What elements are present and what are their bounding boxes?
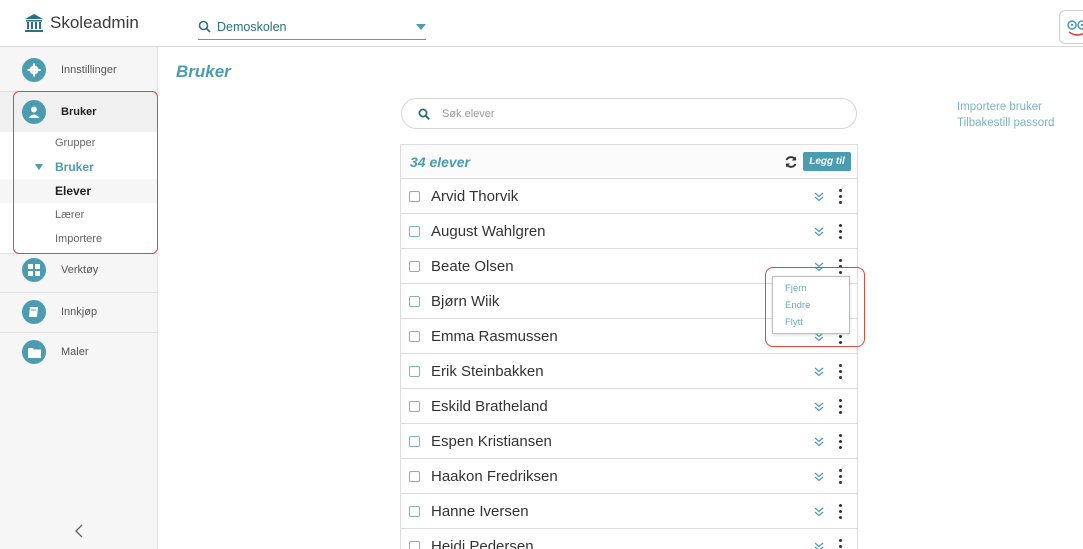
user-icon xyxy=(22,100,46,124)
building-icon xyxy=(25,14,43,32)
sidebar: Innstillinger Bruker Grupper Bruker Elev… xyxy=(0,47,158,549)
student-count: 34 elever xyxy=(410,154,470,170)
top-bar: Skoleadmin Demoskolen xyxy=(0,0,1083,47)
table-row[interactable]: Hanne Iversen xyxy=(401,494,857,529)
sidebar-subitem-bruker[interactable]: Bruker xyxy=(55,160,94,174)
sidebar-subitem-importere[interactable]: Importere xyxy=(55,233,102,245)
more-options-icon[interactable] xyxy=(838,504,842,519)
more-options-icon[interactable] xyxy=(838,189,842,204)
student-name: Eskild Bratheland xyxy=(431,398,548,415)
sidebar-item-innkjop[interactable]: Innkjøp xyxy=(0,292,158,332)
student-name: Emma Rasmussen xyxy=(431,328,558,345)
sidebar-item-label: Innstillinger xyxy=(61,64,117,76)
school-selector-value: Demoskolen xyxy=(217,19,287,34)
face-logo-icon xyxy=(1067,20,1083,36)
menu-item-flytt[interactable]: Flytt xyxy=(785,317,803,328)
app-title: Skoleadmin xyxy=(50,13,139,32)
row-checkbox[interactable] xyxy=(409,296,420,307)
menu-item-endre[interactable]: Endre xyxy=(785,300,810,311)
student-name: Bjørn Wiik xyxy=(431,293,500,310)
sidebar-item-maler[interactable]: Maler xyxy=(0,332,158,372)
double-chevron-down-icon[interactable] xyxy=(814,471,824,483)
table-row[interactable]: Heidi Pedersen xyxy=(401,529,857,549)
sidebar-subitem-elever[interactable]: Elever xyxy=(55,184,91,198)
double-chevron-down-icon[interactable] xyxy=(814,261,824,273)
book-icon xyxy=(22,300,46,324)
search-icon xyxy=(198,20,211,33)
student-name: Haakon Fredriksen xyxy=(431,468,558,485)
student-name: Heidi Pedersen xyxy=(431,538,534,549)
more-options-icon[interactable] xyxy=(838,469,842,484)
row-checkbox[interactable] xyxy=(409,226,420,237)
search-input[interactable] xyxy=(442,107,822,120)
more-options-icon[interactable] xyxy=(838,224,842,239)
search-icon xyxy=(418,108,430,120)
table-row[interactable]: Eskild Bratheland xyxy=(401,389,857,424)
row-checkbox[interactable] xyxy=(409,506,420,517)
gear-icon xyxy=(22,58,46,82)
account-button[interactable] xyxy=(1059,10,1083,44)
sidebar-item-bruker[interactable]: Bruker xyxy=(0,92,158,132)
app-logo[interactable]: Skoleadmin xyxy=(24,13,139,33)
search-bar[interactable] xyxy=(401,98,857,129)
sidebar-item-label: Innkjøp xyxy=(61,306,98,318)
sidebar-subitem-laerer[interactable]: Lærer xyxy=(55,209,84,221)
double-chevron-down-icon[interactable] xyxy=(814,366,824,378)
more-options-icon[interactable] xyxy=(838,364,842,379)
row-checkbox[interactable] xyxy=(409,366,420,377)
row-action-menu: Fjern Endre Flytt xyxy=(772,276,850,334)
student-name: Hanne Iversen xyxy=(431,503,529,520)
row-checkbox[interactable] xyxy=(409,541,420,549)
page-title: Bruker xyxy=(176,62,231,81)
row-checkbox[interactable] xyxy=(409,261,420,272)
caret-down-icon xyxy=(35,164,43,170)
row-checkbox[interactable] xyxy=(409,401,420,412)
sidebar-item-innstillinger[interactable]: Innstillinger xyxy=(0,50,158,90)
more-options-icon[interactable] xyxy=(838,259,842,274)
add-student-button[interactable]: Legg til xyxy=(803,152,851,171)
row-checkbox[interactable] xyxy=(409,471,420,482)
double-chevron-down-icon[interactable] xyxy=(814,191,824,203)
chevron-down-icon xyxy=(416,24,426,30)
table-row[interactable]: Espen Kristiansen xyxy=(401,424,857,459)
menu-item-fjern[interactable]: Fjern xyxy=(785,283,807,294)
double-chevron-down-icon[interactable] xyxy=(814,506,824,518)
table-row[interactable]: Erik Steinbakken xyxy=(401,354,857,389)
student-name: August Wahlgren xyxy=(431,223,546,240)
school-selector[interactable]: Demoskolen xyxy=(198,14,426,40)
double-chevron-down-icon[interactable] xyxy=(814,401,824,413)
right-links: Importere bruker Tilbakestill passord xyxy=(957,99,1054,131)
chevron-left-icon xyxy=(75,524,83,537)
student-name: Beate Olsen xyxy=(431,258,514,275)
row-checkbox[interactable] xyxy=(409,191,420,202)
more-options-icon[interactable] xyxy=(838,434,842,449)
collapse-sidebar-button[interactable] xyxy=(0,512,158,549)
grid-icon xyxy=(22,258,46,282)
sidebar-item-label: Maler xyxy=(61,346,89,358)
row-checkbox[interactable] xyxy=(409,436,420,447)
sidebar-item-label: Bruker xyxy=(61,106,97,118)
double-chevron-down-icon[interactable] xyxy=(814,541,824,549)
row-checkbox[interactable] xyxy=(409,331,420,342)
reset-password-link[interactable]: Tilbakestill passord xyxy=(957,115,1054,131)
sidebar-item-verktoy[interactable]: Verktøy xyxy=(0,250,158,290)
table-row[interactable]: Arvid Thorvik xyxy=(401,179,857,214)
student-list: 34 elever Legg til Arvid Thorvik August W… xyxy=(400,144,858,549)
more-options-icon[interactable] xyxy=(838,399,842,414)
refresh-icon[interactable] xyxy=(784,155,798,169)
double-chevron-down-icon[interactable] xyxy=(814,436,824,448)
student-name: Erik Steinbakken xyxy=(431,363,544,380)
import-users-link[interactable]: Importere bruker xyxy=(957,99,1054,115)
double-chevron-down-icon[interactable] xyxy=(814,226,824,238)
student-name: Espen Kristiansen xyxy=(431,433,552,450)
table-row[interactable]: Haakon Fredriksen xyxy=(401,459,857,494)
more-options-icon[interactable] xyxy=(838,539,842,549)
table-row[interactable]: August Wahlgren xyxy=(401,214,857,249)
folder-icon xyxy=(22,340,46,364)
sidebar-item-label: Verktøy xyxy=(61,264,99,276)
list-header: 34 elever Legg til xyxy=(401,145,857,179)
student-name: Arvid Thorvik xyxy=(431,188,519,205)
sidebar-subitem-grupper[interactable]: Grupper xyxy=(55,137,95,149)
